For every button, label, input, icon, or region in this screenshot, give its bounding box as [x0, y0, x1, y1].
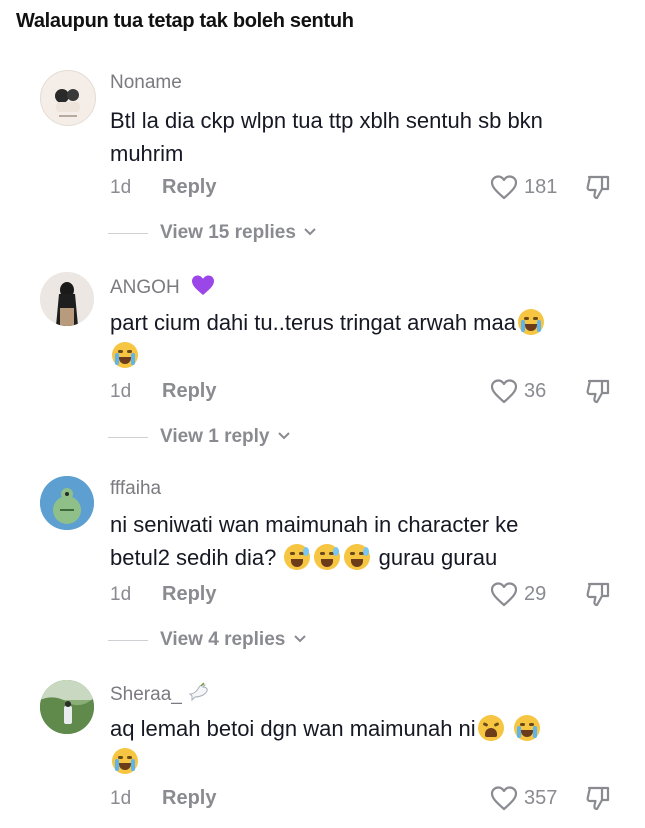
- comment-text-line: [110, 745, 620, 778]
- username-label: Sheraa_: [110, 684, 182, 705]
- comment-username[interactable]: ANGOH: [110, 274, 215, 299]
- view-replies-label: View 1 reply: [160, 426, 270, 447]
- comment-text: part cium dahi tu..terus tringat arwah m…: [110, 306, 620, 372]
- comment-text-line: betul2 sedih dia? gurau gurau: [110, 541, 620, 574]
- comment-time: 1d: [110, 788, 132, 809]
- view-replies-button[interactable]: View 4 replies: [160, 629, 307, 651]
- comment-username[interactable]: fffaiha: [110, 478, 161, 500]
- comment-time: 1d: [110, 381, 132, 402]
- comment-text-line: ni seniwati wan maimunah in character ke: [110, 512, 519, 537]
- divider: [108, 233, 148, 234]
- username-label: ANGOH: [110, 277, 180, 298]
- heart-outline-icon[interactable]: [490, 174, 518, 200]
- heart-outline-icon[interactable]: [490, 378, 518, 404]
- comment-text: ni seniwati wan maimunah in character ke…: [110, 508, 620, 574]
- chevron-down-icon: [278, 432, 290, 440]
- comment-text: aq lemah betoi dgn wan maimunah ni: [110, 712, 620, 778]
- comment-text-content: aq lemah betoi dgn wan maimunah ni: [110, 716, 476, 741]
- comment-username[interactable]: Sheraa_: [110, 682, 209, 706]
- thumbs-down-icon[interactable]: [584, 784, 612, 812]
- view-replies-button[interactable]: View 15 replies: [160, 222, 317, 244]
- grinning-sweat-icon: [344, 544, 371, 570]
- reply-button[interactable]: Reply: [162, 380, 216, 403]
- thumbs-down-icon[interactable]: [584, 377, 612, 405]
- grinning-sweat-icon: [284, 544, 311, 570]
- crying-face-icon: [517, 309, 544, 335]
- comment-text-line: Btl la dia ckp wlpn tua ttp xblh sentuh …: [110, 108, 543, 133]
- thumbs-down-icon[interactable]: [584, 173, 612, 201]
- avatar[interactable]: [40, 680, 94, 734]
- comment-time: 1d: [110, 584, 132, 605]
- avatar[interactable]: [40, 476, 94, 530]
- comment-text-content: betul2 sedih dia?: [110, 545, 277, 570]
- avatar[interactable]: [40, 70, 96, 126]
- weary-face-icon: [477, 715, 504, 741]
- comment-username[interactable]: Noname: [110, 72, 182, 94]
- purple-heart-icon: [191, 275, 214, 295]
- avatar[interactable]: [40, 272, 94, 326]
- chevron-down-icon: [293, 635, 306, 643]
- view-replies-label: View 4 replies: [160, 629, 286, 650]
- comment-text-line: [110, 339, 620, 372]
- dove-icon: [188, 682, 208, 702]
- heart-outline-icon[interactable]: [490, 785, 518, 811]
- video-title: Walaupun tua tetap tak boleh sentuh: [16, 10, 354, 32]
- divider: [108, 437, 148, 438]
- reply-button[interactable]: Reply: [162, 583, 216, 606]
- crying-face-icon: [112, 342, 138, 368]
- comment-text-content: part cium dahi tu..terus tringat arwah m…: [110, 310, 516, 335]
- crying-face-icon: [112, 748, 138, 774]
- comment-text-line: part cium dahi tu..terus tringat arwah m…: [110, 306, 620, 339]
- reply-button[interactable]: Reply: [162, 176, 216, 199]
- thumbs-down-icon[interactable]: [584, 580, 612, 608]
- view-replies-label: View 15 replies: [160, 222, 296, 243]
- reply-button[interactable]: Reply: [162, 787, 216, 810]
- comment-text-line: muhrim: [110, 141, 184, 166]
- view-replies-button[interactable]: View 1 reply: [160, 426, 291, 448]
- chevron-down-icon: [304, 228, 316, 236]
- grinning-sweat-icon: [314, 544, 341, 570]
- heart-outline-icon[interactable]: [490, 581, 518, 607]
- comment-text-content: gurau gurau: [378, 545, 498, 570]
- comment-text: Btl la dia ckp wlpn tua ttp xblh sentuh …: [110, 104, 620, 170]
- comment-time: 1d: [110, 177, 132, 198]
- crying-face-icon: [513, 715, 540, 741]
- like-count: 181: [524, 176, 558, 198]
- like-count: 357: [524, 787, 558, 809]
- like-count: 29: [524, 583, 547, 605]
- divider: [108, 640, 148, 641]
- comment-text-line: aq lemah betoi dgn wan maimunah ni: [110, 712, 620, 745]
- like-count: 36: [524, 380, 547, 402]
